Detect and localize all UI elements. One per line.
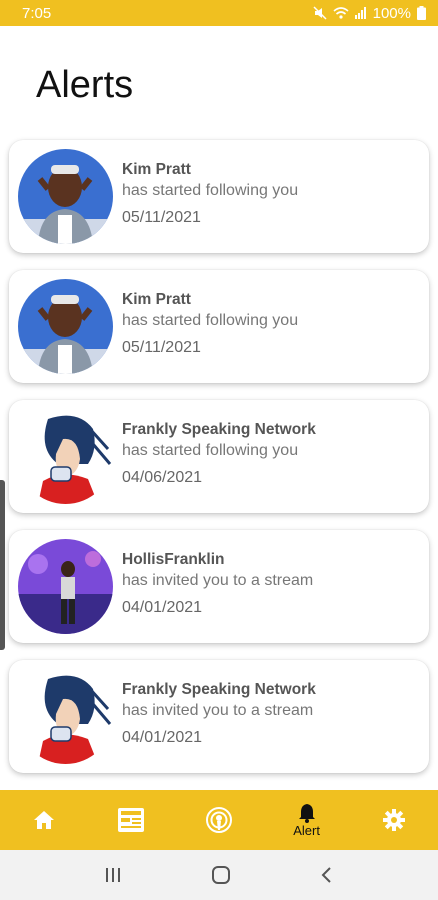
edge-panel-handle[interactable]	[0, 480, 5, 650]
alert-name: Kim Pratt	[122, 291, 191, 308]
avatar[interactable]	[18, 669, 113, 764]
alert-message: has started following you	[122, 182, 299, 199]
status-icons: 100%	[313, 5, 426, 22]
nav-alert[interactable]: Alert	[263, 790, 351, 850]
home-icon	[33, 810, 55, 830]
recent-apps-button[interactable]	[104, 867, 122, 883]
mute-icon	[313, 6, 327, 20]
wifi-icon	[333, 6, 349, 20]
avatar[interactable]	[18, 149, 113, 244]
bell-icon	[298, 803, 316, 823]
page-title: Alerts	[36, 64, 134, 106]
alert-name: Frankly Speaking Network	[122, 681, 316, 698]
alert-name: Frankly Speaking Network	[122, 421, 316, 438]
nav-home[interactable]	[0, 790, 88, 850]
system-nav-bar	[0, 850, 438, 900]
broadcast-icon	[205, 806, 233, 834]
alert-message: has invited you to a stream	[122, 702, 314, 719]
alert-date: 04/06/2021	[122, 469, 203, 486]
alert-card[interactable]: Frankly Speaking Network has invited you…	[9, 660, 429, 773]
status-time: 7:05	[22, 4, 52, 22]
alert-card[interactable]: Kim Pratt has started following you 05/1…	[9, 140, 429, 253]
avatar[interactable]	[18, 409, 113, 504]
bottom-nav: Alert	[0, 790, 438, 850]
battery-level: 100%	[372, 4, 411, 22]
alert-date: 05/11/2021	[122, 339, 201, 356]
alert-date: 05/11/2021	[122, 209, 201, 226]
alert-message: has invited you to a stream	[122, 572, 314, 589]
back-button[interactable]	[320, 866, 334, 884]
avatar[interactable]	[18, 279, 113, 374]
alert-message: has started following you	[122, 442, 299, 459]
gear-icon	[383, 809, 406, 831]
alert-message: has started following you	[122, 312, 299, 329]
news-icon	[117, 807, 145, 833]
alert-name: HollisFranklin	[122, 551, 225, 568]
nav-live[interactable]	[175, 790, 263, 850]
alert-card[interactable]: Kim Pratt has started following you 05/1…	[9, 270, 429, 383]
alert-date: 04/01/2021	[122, 599, 203, 616]
alert-card[interactable]: Frankly Speaking Network has started fol…	[9, 400, 429, 513]
battery-icon	[417, 6, 426, 20]
alert-card[interactable]: HollisFranklin has invited you to a stre…	[9, 530, 429, 643]
signal-icon	[354, 7, 367, 19]
nav-settings[interactable]	[350, 790, 438, 850]
avatar[interactable]	[18, 539, 113, 634]
nav-news[interactable]	[88, 790, 176, 850]
home-button[interactable]	[211, 865, 231, 885]
alert-name: Kim Pratt	[122, 161, 191, 178]
nav-alert-label: Alert	[293, 822, 320, 838]
alert-date: 04/01/2021	[122, 729, 203, 746]
status-bar: 7:05 100%	[0, 0, 438, 26]
